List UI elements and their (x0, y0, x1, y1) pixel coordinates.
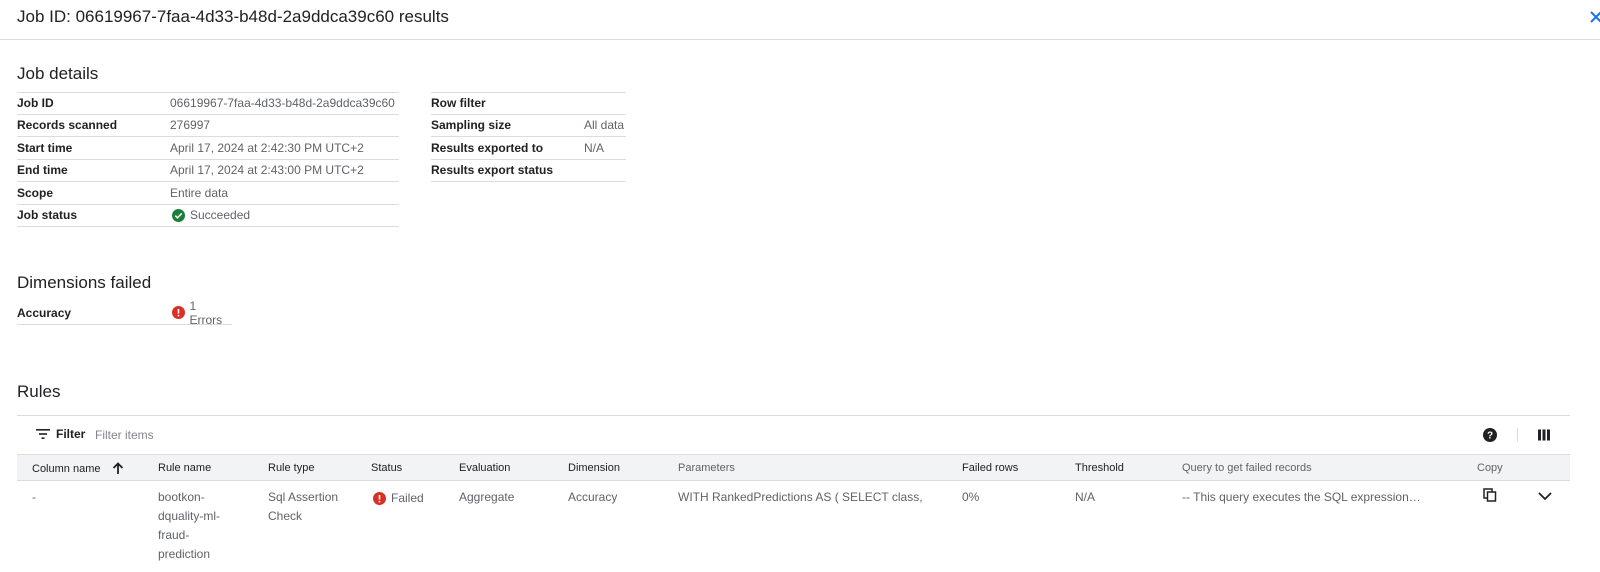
status-text: Failed (391, 491, 424, 505)
help-button[interactable]: ? (1483, 428, 1497, 442)
error-icon (171, 306, 185, 320)
title-bar: Job ID: 06619967-7faa-4d33-b48d-2a9ddca3… (0, 0, 1600, 40)
column-header-parameters: Parameters (678, 462, 735, 474)
detail-key: Start time (17, 140, 73, 155)
detail-value: Entire data (170, 185, 229, 200)
cell-dimension: Accuracy (568, 490, 618, 504)
columns-icon (1538, 429, 1550, 441)
rules-heading: Rules (17, 382, 61, 401)
job-status-text: Succeeded (190, 208, 251, 223)
job-status-value: Succeeded (172, 208, 250, 222)
column-display-button[interactable] (1537, 428, 1551, 442)
detail-row-scope: Scope Entire data (17, 182, 399, 205)
close-button[interactable] (1588, 9, 1600, 29)
detail-value: April 17, 2024 at 2:42:30 PM UTC+2 (170, 140, 364, 155)
cell-status: Failed (373, 489, 424, 508)
detail-row-results-export-status: Results export status (431, 160, 626, 182)
column-header-evaluation[interactable]: Evaluation (459, 462, 510, 474)
detail-row-records-scanned: Records scanned 276997 (17, 115, 399, 137)
table-row: - bootkon- dquality-ml- fraud- predictio… (17, 481, 1570, 571)
filter-label: Filter (56, 427, 86, 441)
column-header-dimension[interactable]: Dimension (568, 462, 620, 474)
detail-key: Job status (17, 208, 78, 223)
detail-row-job-status: Job status Succeeded (17, 205, 399, 227)
column-header-query: Query to get failed records (1182, 462, 1312, 474)
column-header-column-name[interactable]: Column name (32, 462, 124, 475)
rule-name-line: prediction (158, 547, 211, 561)
filter-input[interactable] (95, 426, 495, 444)
rule-name-line: fraud- (158, 528, 190, 542)
detail-key: Scope (17, 185, 54, 200)
rule-name-line: bootkon- (158, 490, 205, 504)
expand-row-button[interactable] (1537, 488, 1553, 504)
rules-table: Filter ? Column name Rule name Rule typ (17, 415, 1570, 571)
cell-column-name: - (32, 490, 36, 504)
detail-key: End time (17, 163, 68, 178)
detail-key: Results exported to (431, 140, 544, 155)
dimension-errors-text: 1 Errors (189, 298, 223, 327)
detail-value: All data (584, 118, 625, 133)
filter-button[interactable]: Filter (36, 427, 85, 441)
column-header-threshold[interactable]: Threshold (1075, 462, 1124, 474)
detail-row-job-id: Job ID 06619967-7faa-4d33-b48d-2a9ddca39… (17, 92, 399, 115)
toolbar-divider (1517, 428, 1518, 442)
cell-rule-type: Sql Assertion Check (268, 488, 338, 526)
cell-rule-name: bootkon- dquality-ml- fraud- prediction (158, 488, 228, 564)
rule-type-line: Sql Assertion (268, 490, 339, 504)
detail-row-start-time: Start time April 17, 2024 at 2:42:30 PM … (17, 137, 399, 160)
check-circle-icon (172, 208, 185, 222)
close-icon (1590, 11, 1600, 23)
rule-type-line: Check (268, 509, 303, 523)
dimensions-failed-table: Accuracy 1 Errors (17, 298, 233, 327)
error-icon (373, 492, 386, 505)
copy-icon (1483, 488, 1497, 502)
detail-key: Sampling size (431, 118, 512, 133)
cell-failed-rows: 0% (962, 490, 980, 504)
detail-value: 276997 (170, 118, 211, 133)
rules-toolbar: Filter ? (17, 416, 1570, 454)
help-icon: ? (1483, 428, 1497, 442)
detail-key: Records scanned (17, 118, 118, 133)
rule-name-line: dquality-ml- (158, 509, 221, 523)
column-header-status[interactable]: Status (371, 462, 402, 474)
cell-query: -- This query executes the SQL expressio… (1182, 490, 1421, 504)
sort-ascending-icon (113, 462, 124, 474)
job-details-heading: Job details (17, 64, 99, 83)
detail-value: 06619967-7faa-4d33-b48d-2a9ddca39c60 (170, 96, 395, 111)
dimensions-failed-heading: Dimensions failed (17, 273, 152, 292)
column-header-failed-rows[interactable]: Failed rows (962, 462, 1018, 474)
detail-key: Results export status (431, 163, 554, 178)
column-header-rule-type[interactable]: Rule type (268, 462, 314, 474)
dimension-value: 1 Errors (171, 298, 233, 327)
chevron-down-icon (1538, 492, 1552, 501)
detail-key: Row filter (431, 96, 486, 111)
detail-value: N/A (584, 140, 605, 155)
detail-row-results-exported-to: Results exported to N/A (431, 137, 626, 160)
job-details-table-right: Row filter Sampling size All data Result… (431, 92, 626, 182)
rules-table-header: Column name Rule name Rule type Status E… (17, 454, 1570, 481)
dimension-row-accuracy: Accuracy 1 Errors (17, 298, 233, 327)
page-title: Job ID: 06619967-7faa-4d33-b48d-2a9ddca3… (17, 7, 449, 26)
detail-row-end-time: End time April 17, 2024 at 2:43:00 PM UT… (17, 160, 399, 182)
detail-key: Job ID (17, 96, 54, 111)
copy-query-button[interactable] (1483, 488, 1497, 502)
detail-row-row-filter: Row filter (431, 92, 626, 115)
column-header-label: Column name (32, 462, 101, 475)
column-header-copy: Copy (1477, 462, 1503, 474)
cell-parameters: WITH RankedPredictions AS ( SELECT class… (678, 490, 923, 504)
cell-threshold: N/A (1075, 490, 1096, 504)
column-header-rule-name[interactable]: Rule name (158, 462, 211, 474)
detail-row-sampling-size: Sampling size All data (431, 115, 626, 137)
filter-icon (36, 429, 50, 439)
dimension-key: Accuracy (17, 305, 72, 320)
cell-evaluation: Aggregate (459, 490, 515, 504)
svg-text:?: ? (1487, 431, 1493, 442)
job-details-table-left: Job ID 06619967-7faa-4d33-b48d-2a9ddca39… (17, 92, 399, 227)
detail-value: April 17, 2024 at 2:43:00 PM UTC+2 (170, 163, 364, 178)
